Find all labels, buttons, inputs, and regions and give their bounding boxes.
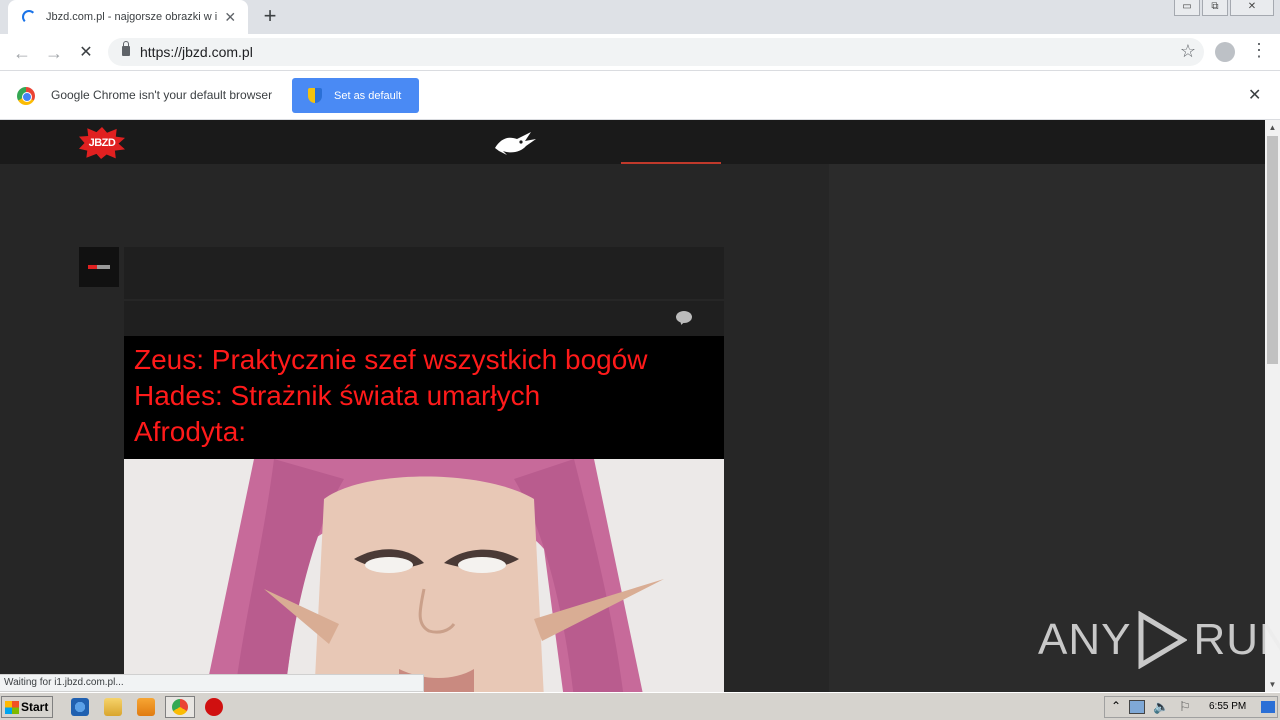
post-photo-illustration (124, 459, 724, 692)
infobar-message: Google Chrome isn't your default browser (51, 88, 273, 102)
post-image[interactable] (124, 459, 724, 692)
default-browser-infobar: Google Chrome isn't your default browser… (0, 71, 1280, 120)
scroll-down-arrow-icon[interactable]: ▼ (1265, 677, 1280, 692)
browser-tab[interactable]: Jbzd.com.pl - najgorsze obrazki w intern… (8, 0, 248, 34)
anyrun-watermark: ANY RUN (1038, 607, 1280, 673)
set-as-default-label: Set as default (334, 89, 402, 102)
back-arrow-icon[interactable]: ← (10, 41, 34, 65)
lock-icon (122, 41, 130, 56)
infobar-close-icon[interactable]: ✕ (1248, 85, 1261, 105)
windows-logo-icon (5, 700, 19, 714)
logo-text: JBZD (88, 137, 116, 149)
profile-avatar-icon[interactable] (1215, 42, 1235, 62)
scroll-up-arrow-icon[interactable]: ▲ (1265, 120, 1280, 135)
watermark-left-text: ANY (1038, 615, 1132, 664)
avatar-logo-mark (88, 265, 110, 269)
new-tab-button[interactable]: + (258, 4, 282, 28)
set-as-default-button[interactable]: Set as default (292, 78, 419, 113)
tab-strip: Jbzd.com.pl - najgorsze obrazki w intern… (0, 0, 1280, 34)
volume-icon[interactable]: 🔈 (1153, 699, 1169, 715)
show-desktop-icon[interactable] (1261, 701, 1275, 713)
browser-toolbar: ← → ✕ https://jbzd.com.pl ☆ ⋮ (0, 34, 1280, 71)
comment-icon[interactable] (676, 311, 692, 323)
window-controls: ▭ ⧉ ✕ (1174, 0, 1274, 16)
watermark-play-icon (1138, 611, 1188, 669)
bird-icon[interactable] (493, 130, 537, 156)
post-header (124, 247, 724, 299)
post-meta-bar (124, 301, 724, 336)
address-bar[interactable]: https://jbzd.com.pl ☆ (108, 38, 1204, 66)
action-center-flag-icon[interactable]: ⚐ (1179, 699, 1191, 715)
chrome-logo-icon (17, 87, 35, 105)
internet-explorer-icon[interactable] (71, 698, 89, 716)
chrome-taskbar-icon (172, 699, 188, 715)
watermark-right-text: RUN (1193, 615, 1280, 664)
caption-line-zeus: Zeus: Praktycznie szef wszystkich bogów (134, 344, 648, 375)
author-avatar[interactable] (79, 247, 119, 287)
stop-loading-icon[interactable]: ✕ (74, 41, 98, 65)
start-label: Start (21, 700, 49, 714)
post-caption: Zeus: Praktycznie szef wszystkich bogów … (124, 336, 724, 459)
chrome-menu-icon[interactable]: ⋮ (1250, 40, 1268, 61)
restore-button[interactable]: ⧉ (1202, 0, 1228, 16)
tab-title: Jbzd.com.pl - najgorsze obrazki w intern… (46, 11, 217, 23)
chrome-taskbar-button[interactable] (165, 696, 195, 718)
window-close-button[interactable]: ✕ (1230, 0, 1274, 16)
uac-shield-icon (308, 88, 322, 103)
start-button[interactable]: Start (1, 696, 53, 718)
scroll-thumb[interactable] (1267, 136, 1278, 364)
tab-close-icon[interactable]: ✕ (223, 9, 239, 26)
site-navbar: JBZD (0, 120, 1265, 164)
tray-expand-icon[interactable]: ⌃ (1111, 699, 1121, 713)
opera-icon[interactable] (205, 698, 223, 716)
taskbar-clock[interactable]: 6:55 PM (1209, 701, 1246, 712)
system-tray: ⌃ 🔈 ⚐ (1104, 696, 1278, 718)
media-player-icon[interactable] (137, 698, 155, 716)
minimize-button[interactable]: ▭ (1174, 0, 1200, 16)
url-text: https://jbzd.com.pl (140, 44, 253, 60)
caption-line-hades: Hades: Strażnik świata umarłych (134, 380, 541, 411)
windows-taskbar: Start ⌃ 🔈 ⚐ 6:55 PM (0, 692, 1280, 720)
bookmark-star-icon[interactable]: ☆ (1180, 41, 1196, 62)
network-icon[interactable] (1129, 700, 1145, 714)
file-explorer-icon[interactable] (104, 698, 122, 716)
caption-line-afrodyta: Afrodyta: (134, 416, 247, 447)
forward-arrow-icon[interactable]: → (42, 41, 66, 65)
jbzd-logo[interactable]: JBZD (79, 127, 125, 159)
status-bar: Waiting for i1.jbzd.com.pl... (0, 674, 424, 692)
loading-spinner-icon (22, 10, 36, 24)
